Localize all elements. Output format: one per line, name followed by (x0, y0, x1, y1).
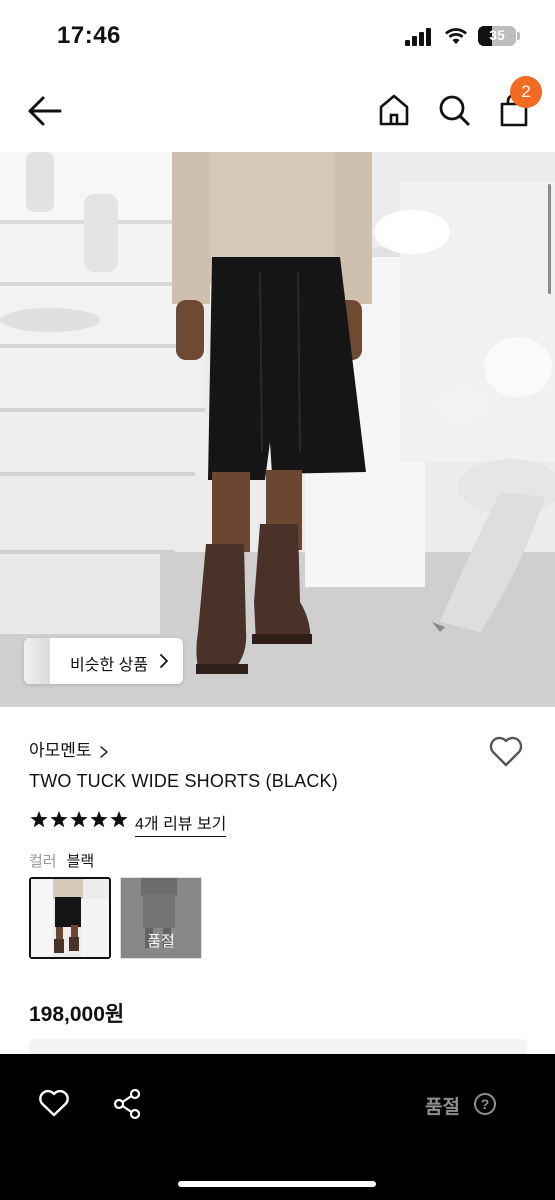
product-title: TWO TUCK WIDE SHORTS (BLACK) (29, 771, 338, 791)
home-indicator (178, 1181, 376, 1187)
like-heart-icon[interactable] (38, 1088, 70, 1118)
product-hero-image[interactable]: 비슷한 상품 (0, 152, 555, 707)
wifi-icon (445, 28, 467, 44)
color-option-row: 컬러 블랙 (29, 850, 94, 871)
nav-bar (0, 72, 555, 152)
bottom-action-bar: 품절 ? (0, 1054, 555, 1200)
battery-icon: 35 (478, 26, 516, 46)
similar-products-button[interactable]: 비슷한 상품 (24, 638, 183, 684)
star-icon (70, 811, 88, 828)
color-label: 컬러 (29, 853, 57, 870)
help-icon[interactable]: ? (474, 1093, 496, 1115)
search-icon[interactable] (437, 92, 471, 128)
cart-count-badge: 2 (510, 76, 542, 108)
product-price: 198,000원 (29, 1003, 125, 1026)
home-icon[interactable] (377, 92, 411, 128)
back-button[interactable] (26, 94, 64, 128)
brand-link[interactable]: 아모멘토 (29, 736, 110, 760)
status-time: 17:46 (57, 22, 121, 49)
swatch-thumbnail (31, 879, 109, 957)
star-icon (50, 811, 68, 828)
similar-products-thumbnail (24, 638, 50, 684)
star-icon (90, 811, 108, 828)
color-value: 블랙 (66, 853, 95, 870)
battery-level: 35 (489, 27, 505, 43)
star-icon (110, 811, 128, 828)
scroll-indicator (548, 184, 551, 294)
chevron-right-icon (160, 654, 168, 668)
wishlist-heart-icon[interactable] (488, 734, 524, 768)
product-photo (0, 152, 555, 707)
similar-products-label: 비슷한 상품 (70, 657, 149, 674)
brand-name: 아모멘토 (29, 741, 92, 760)
color-swatch-soldout[interactable]: 품절 (120, 877, 202, 959)
soldout-label: 품절 (147, 933, 175, 950)
cellular-signal-icon (405, 28, 433, 46)
view-reviews-link[interactable]: 4개 리뷰 보기 (135, 810, 227, 837)
chevron-right-icon (99, 745, 108, 758)
status-bar: 17:46 35 (0, 0, 555, 72)
soldout-status: 품절 (425, 1097, 460, 1118)
rating-stars (30, 811, 128, 828)
star-icon (30, 811, 48, 828)
share-icon[interactable] (112, 1088, 142, 1120)
color-swatch-black[interactable] (29, 877, 111, 959)
